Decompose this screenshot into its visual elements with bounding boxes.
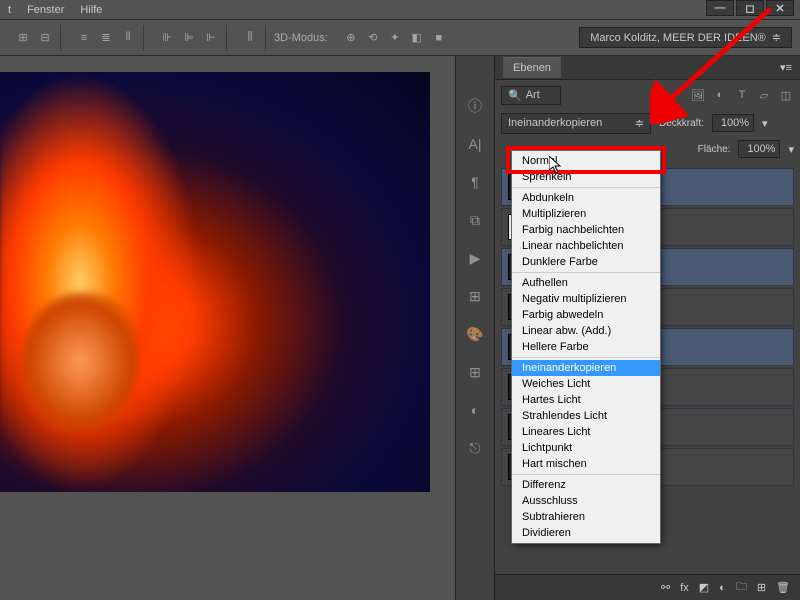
dropdown-item[interactable]: Strahlendes Licht xyxy=(512,408,660,424)
link-icon[interactable]: ⚯ xyxy=(661,581,670,594)
dropdown-item[interactable]: Hellere Farbe xyxy=(512,339,660,355)
dropdown-item[interactable]: Dunklere Farbe xyxy=(512,254,660,270)
close-button[interactable]: ✕ xyxy=(766,0,794,16)
3d-icon[interactable]: ◧ xyxy=(408,29,426,47)
chevron-down-icon[interactable]: ▾ xyxy=(788,143,794,156)
window-controls: — ◻ ✕ xyxy=(706,0,794,16)
3d-icon[interactable]: ■ xyxy=(430,29,448,47)
dropdown-item[interactable]: Differenz xyxy=(512,477,660,493)
dropdown-item[interactable]: Subtrahieren xyxy=(512,509,660,525)
canvas-content xyxy=(0,72,200,492)
fill-input[interactable]: 100% xyxy=(738,140,780,158)
panel-dock: ⓘ A| ¶ ⧉ ▶ ⊞ 🎨 ⊞ ◐ ⎋ xyxy=(455,56,495,600)
dropdown-item[interactable]: Linear abw. (Add.) xyxy=(512,323,660,339)
layer-filter-row: 🔍Art 🖼 ◐ T ▱ ◫ xyxy=(495,80,800,110)
filter-image-icon[interactable]: 🖼 xyxy=(690,87,706,103)
link-icon[interactable]: ⎋ xyxy=(465,438,485,458)
distribute-icon[interactable]: ⊫ xyxy=(180,29,198,47)
dropdown-item[interactable]: Hartes Licht xyxy=(512,392,660,408)
filter-type-select[interactable]: 🔍Art xyxy=(501,86,561,105)
canvas-content xyxy=(20,292,140,432)
align-icon[interactable]: ⫴ xyxy=(119,29,137,47)
filter-adjust-icon[interactable]: ◐ xyxy=(712,87,728,103)
chevron-icon: ≑ xyxy=(635,117,644,130)
dropdown-item-selected[interactable]: Ineinanderkopieren xyxy=(512,360,660,376)
chevron-icon: ≑ xyxy=(772,31,781,44)
document-canvas[interactable] xyxy=(0,72,430,492)
menu-hilfe[interactable]: Hilfe xyxy=(80,4,102,16)
minimize-button[interactable]: — xyxy=(706,0,734,16)
3d-icon[interactable]: ✦ xyxy=(386,29,404,47)
dropdown-item[interactable]: Multiplizieren xyxy=(512,206,660,222)
layer-footer: ⚯ fx ◩ ◐ 🗀 ⊞ 🗑 xyxy=(495,574,800,600)
paragraph-icon[interactable]: ¶ xyxy=(465,172,485,192)
dropdown-item[interactable]: Weiches Licht xyxy=(512,376,660,392)
adjust-icon[interactable]: ◐ xyxy=(465,400,485,420)
clone-icon[interactable]: ⧉ xyxy=(465,210,485,230)
trash-icon[interactable]: 🗑 xyxy=(776,581,790,594)
menu-fenster[interactable]: Fenster xyxy=(27,4,64,16)
tab-ebenen[interactable]: Ebenen xyxy=(503,57,561,78)
blend-row: Ineinanderkopieren≑ Deckkraft: 100% ▾ xyxy=(495,110,800,136)
3d-icon[interactable]: ⟲ xyxy=(364,29,382,47)
folder-icon[interactable]: 🗀 xyxy=(736,578,747,597)
new-layer-icon[interactable]: ⊞ xyxy=(757,581,766,594)
dropdown-item[interactable]: Abdunkeln xyxy=(512,190,660,206)
opacity-input[interactable]: 100% xyxy=(712,114,754,132)
dropdown-item[interactable]: Ausschluss xyxy=(512,493,660,509)
align-icon[interactable]: ⊟ xyxy=(36,29,54,47)
filter-shape-icon[interactable]: ▱ xyxy=(756,87,772,103)
dropdown-item[interactable]: Lineares Licht xyxy=(512,424,660,440)
align-icon[interactable]: ≣ xyxy=(97,29,115,47)
mode-label: 3D-Modus: xyxy=(274,32,328,44)
dropdown-item[interactable]: Hart mischen xyxy=(512,456,660,472)
blend-mode-select[interactable]: Ineinanderkopieren≑ xyxy=(501,113,651,134)
dropdown-item[interactable]: Linear nachbelichten xyxy=(512,238,660,254)
adjustment-icon[interactable]: ◐ xyxy=(719,582,726,594)
swatches-icon[interactable]: ⊞ xyxy=(465,286,485,306)
play-icon[interactable]: ▶ xyxy=(465,248,485,268)
dropdown-item[interactable]: Dividieren xyxy=(512,525,660,541)
maximize-button[interactable]: ◻ xyxy=(736,0,764,16)
mask-icon[interactable]: ◩ xyxy=(699,581,709,594)
chevron-down-icon[interactable]: ▾ xyxy=(762,117,768,130)
dropdown-item[interactable]: Negativ multiplizieren xyxy=(512,291,660,307)
filter-type-icon[interactable]: T xyxy=(734,87,750,103)
palette-icon[interactable]: 🎨 xyxy=(465,324,485,344)
fx-icon[interactable]: fx xyxy=(680,582,689,594)
dropdown-item[interactable]: Lichtpunkt xyxy=(512,440,660,456)
dropdown-item[interactable]: Aufhellen xyxy=(512,275,660,291)
blend-mode-dropdown[interactable]: Normal Sprenkeln Abdunkeln Multipliziere… xyxy=(511,150,661,544)
search-icon: 🔍 xyxy=(508,89,522,102)
options-bar: ⊞⊟ ≡≣⫴ ⊪⊫⊩ ⫼ 3D-Modus: ⊕⟲✦◧■ Marco Koldi… xyxy=(0,20,800,56)
workspace-selector[interactable]: Marco Kolditz, MEER DER IDEEN®≑ xyxy=(579,27,792,48)
dropdown-item[interactable]: Farbig nachbelichten xyxy=(512,222,660,238)
distribute-icon[interactable]: ⫼ xyxy=(241,29,259,47)
align-icon[interactable]: ⊞ xyxy=(14,29,32,47)
dropdown-item[interactable]: Sprenkeln xyxy=(512,169,660,185)
opacity-label: Deckkraft: xyxy=(659,118,704,129)
menu-bar: t Fenster Hilfe — ◻ ✕ xyxy=(0,0,800,20)
menu-item[interactable]: t xyxy=(8,4,11,16)
info-icon[interactable]: ⓘ xyxy=(465,96,485,116)
panel-menu-icon[interactable]: ▾≡ xyxy=(780,61,792,74)
align-icon[interactable]: ≡ xyxy=(75,29,93,47)
dropdown-item[interactable]: Normal xyxy=(512,153,660,169)
filter-smart-icon[interactable]: ◫ xyxy=(778,87,794,103)
fill-label: Fläche: xyxy=(698,144,731,155)
distribute-icon[interactable]: ⊩ xyxy=(202,29,220,47)
distribute-icon[interactable]: ⊪ xyxy=(158,29,176,47)
grid-icon[interactable]: ⊞ xyxy=(465,362,485,382)
type-icon[interactable]: A| xyxy=(465,134,485,154)
3d-icon[interactable]: ⊕ xyxy=(342,29,360,47)
panel-tabs: Ebenen ▾≡ xyxy=(495,56,800,80)
dropdown-item[interactable]: Farbig abwedeln xyxy=(512,307,660,323)
